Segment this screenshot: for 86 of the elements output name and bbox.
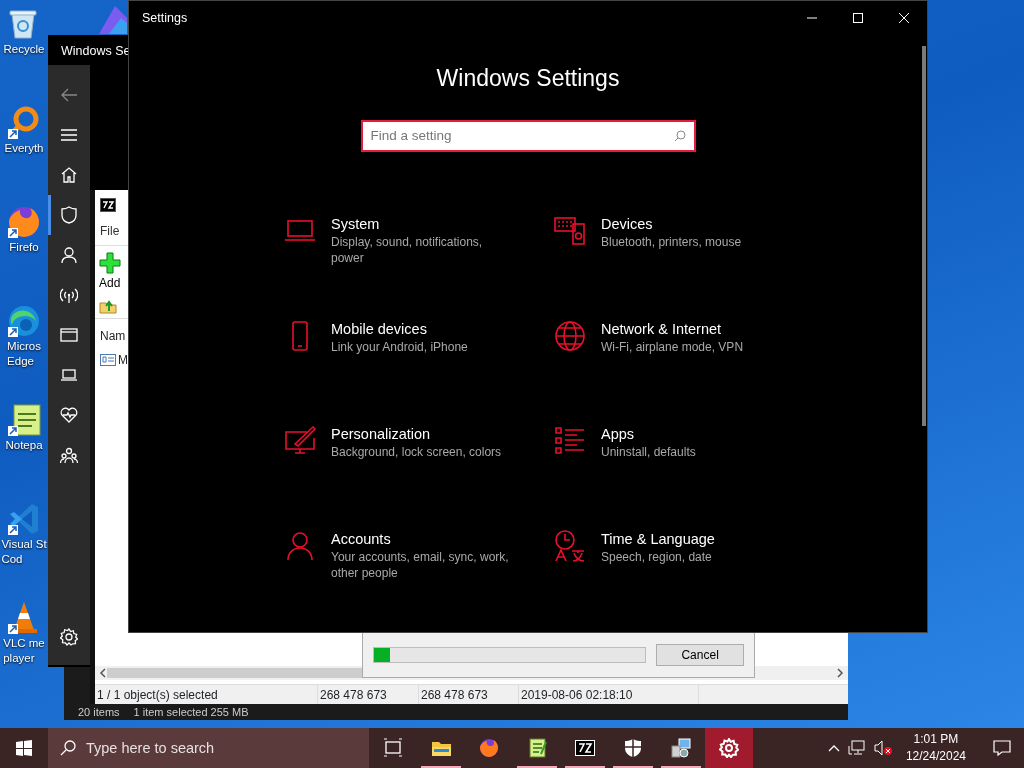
category-title: System — [331, 214, 381, 234]
clock-shapes-icon — [553, 528, 587, 563]
archive-logo-icon — [575, 738, 595, 758]
category-title: Personalization — [331, 424, 432, 444]
search-icon — [673, 129, 686, 142]
settings-category[interactable]: Mobile devices Link your Android, iPhone — [283, 318, 553, 424]
status-text: 268 478 673 — [419, 685, 519, 704]
window-icon — [60, 326, 78, 344]
category-description: Link your Android, iPhone — [331, 338, 469, 355]
icon-label[interactable]: Visual St Cod — [1, 537, 47, 567]
list-row-text[interactable]: M — [118, 351, 128, 369]
icon-label[interactable]: Firefo — [9, 240, 39, 255]
globe-icon — [553, 318, 587, 353]
taskbar-app[interactable] — [705, 728, 753, 768]
heart-icon — [60, 406, 78, 424]
wireless-icon — [60, 286, 78, 304]
category-description: Wi-Fi, airplane mode, VPN — [601, 338, 745, 355]
category-description: Speech, region, date — [601, 548, 713, 565]
settings-icon — [719, 738, 739, 758]
icon-label[interactable]: VLC me player — [3, 636, 45, 666]
laptop-icon — [60, 366, 78, 384]
settings-category[interactable]: Accounts Your accounts, email, sync, work, other people — [283, 528, 553, 634]
person-icon — [60, 246, 78, 264]
icon-label[interactable]: Everyth — [4, 141, 44, 156]
category-description: Bluetooth, printers, mouse — [601, 233, 743, 250]
settings-category[interactable]: Time & Language Speech, region, date — [553, 528, 823, 634]
shield-icon — [623, 738, 643, 758]
task-view-icon — [383, 738, 403, 758]
file-icon — [100, 354, 116, 366]
status-text: 1 item selected 255 MB — [133, 706, 249, 719]
fox-globe-icon[interactable] — [6, 204, 42, 240]
app-logo-icon — [100, 198, 116, 212]
category-description: Display, sound, notifications, power — [331, 233, 484, 266]
menu-item[interactable]: File — [100, 222, 128, 240]
add-button[interactable]: Add — [99, 252, 128, 292]
wave-globe-icon[interactable] — [6, 303, 42, 339]
category-description: Background, lock screen, colors — [331, 443, 503, 460]
category-title: Time & Language — [601, 529, 716, 549]
back-arrow-icon — [60, 88, 78, 102]
icon-label[interactable]: Micros Edge — [7, 339, 41, 369]
category-description: Uninstall, defaults — [601, 443, 697, 460]
settings-category[interactable]: Personalization Background, lock screen, colors — [283, 423, 553, 529]
menu-icon — [61, 129, 77, 141]
category-title: Mobile devices — [331, 319, 428, 339]
time-text: 1:01 PM — [912, 731, 960, 748]
status-text: 2019-08-06 02:18:10 — [519, 685, 699, 704]
icon-label[interactable]: Recycle — [3, 42, 45, 57]
muted-speaker-icon[interactable] — [873, 740, 892, 756]
plus-icon — [99, 252, 121, 274]
settings-icon — [60, 628, 78, 646]
network-icon[interactable] — [847, 740, 866, 756]
window-title: Settings — [141, 9, 189, 27]
status-text: 268 478 673 — [318, 685, 419, 704]
shield-icon — [60, 206, 78, 224]
close-icon — [899, 13, 909, 23]
category-title: Devices — [601, 214, 654, 234]
icon-label[interactable]: Notepa — [5, 438, 43, 453]
cancel-button[interactable]: Cancel — [656, 644, 744, 666]
settings-category[interactable]: Network & Internet Wi-Fi, airplane mode, VPN — [553, 318, 823, 424]
chevron-up-icon[interactable] — [827, 744, 840, 752]
taskbar-search-field[interactable]: Type here to search — [48, 728, 369, 768]
scrollbar-thumb[interactable] — [922, 46, 926, 426]
category-description: Your accounts, email, sync, work, other people — [331, 548, 509, 581]
category-title: Accounts — [331, 529, 392, 549]
column-header[interactable]: Nam — [100, 327, 128, 345]
clock[interactable]: 1:01 PM 12/24/2024 — [899, 729, 972, 767]
status-text: 1 / 1 object(s) selected — [95, 685, 318, 704]
windows-logo-icon — [16, 740, 32, 756]
notepad-icon — [527, 738, 547, 758]
settings-category[interactable]: Devices Bluetooth, printers, mouse — [553, 213, 823, 319]
notepad-icon[interactable] — [6, 402, 42, 438]
status-text: 20 items — [78, 706, 120, 719]
category-title: Apps — [601, 424, 636, 444]
page-heading: Windows Settings — [435, 64, 621, 93]
search-field[interactable]: Find a setting — [360, 119, 696, 152]
date-text: 12/24/2024 — [905, 748, 966, 765]
settings-category[interactable]: Apps Uninstall, defaults — [553, 423, 823, 529]
folder-up-icon[interactable] — [99, 298, 117, 314]
speech-bubble-icon — [993, 740, 1011, 756]
network-config-icon — [671, 738, 691, 758]
fox-globe-icon — [479, 738, 499, 758]
family-icon — [60, 446, 78, 464]
maximize-icon — [853, 13, 863, 23]
category-title: Network & Internet — [601, 319, 723, 339]
home-icon — [60, 166, 78, 184]
settings-category[interactable]: System Display, sound, notifications, power — [283, 213, 553, 319]
